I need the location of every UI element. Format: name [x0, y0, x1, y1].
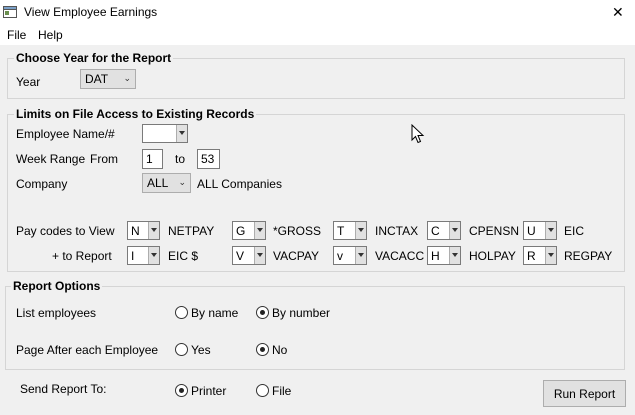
app-icon — [3, 6, 17, 18]
report-code-combo[interactable]: I — [127, 246, 160, 265]
run-report-label: Run Report — [553, 387, 616, 401]
report-options-group — [5, 286, 625, 370]
employee-label: Employee Name/# — [16, 127, 115, 141]
dropdown-arrow-icon — [179, 131, 185, 135]
pay-code-combo[interactable]: C — [427, 221, 461, 240]
dropdown-arrow-icon — [358, 253, 364, 257]
report-options-title: Report Options — [11, 279, 103, 293]
limits-group-title: Limits on File Access to Existing Record… — [14, 107, 257, 121]
report-code-combo[interactable]: V — [232, 246, 266, 265]
menu-file[interactable]: File — [7, 28, 26, 42]
to-report-label: + to Report — [52, 249, 112, 263]
company-select-value: ALL — [147, 176, 169, 190]
chevron-down-icon: ⌄ — [123, 73, 131, 83]
page-no-radio[interactable] — [256, 343, 269, 356]
to-label: to — [175, 152, 186, 166]
run-report-button[interactable]: Run Report — [543, 380, 626, 407]
pay-code-combo[interactable]: U — [523, 221, 557, 240]
by-number-label[interactable]: By number — [272, 306, 330, 320]
pay-codes-label: Pay codes to View — [16, 224, 115, 238]
report-code-name: VACPAY — [273, 249, 320, 263]
page-yes-radio[interactable] — [175, 343, 188, 356]
year-select-value: DAT — [85, 72, 109, 86]
pay-code-combo[interactable]: G — [232, 221, 266, 240]
send-printer-label[interactable]: Printer — [191, 384, 226, 398]
pay-code-name: EIC — [564, 224, 585, 238]
page-after-label: Page After each Employee — [16, 343, 159, 357]
dropdown-arrow-icon — [548, 253, 554, 257]
week-to-input[interactable]: 53 — [197, 149, 220, 169]
week-range-label: Week Range — [16, 152, 86, 166]
employee-dropdown-button[interactable] — [176, 125, 187, 142]
company-label: Company — [16, 177, 68, 191]
send-report-label: Send Report To: — [20, 382, 107, 396]
dropdown-arrow-icon — [257, 253, 263, 257]
from-label: From — [90, 152, 118, 166]
report-code-combo[interactable]: v — [333, 246, 367, 265]
mouse-cursor-icon — [411, 124, 425, 144]
dropdown-arrow-icon — [151, 253, 157, 257]
send-file-radio[interactable] — [256, 384, 269, 397]
report-code-combo[interactable]: R — [523, 246, 557, 265]
dropdown-arrow-icon — [452, 228, 458, 232]
by-number-radio[interactable] — [256, 306, 269, 319]
company-select[interactable]: ALL ⌄ — [142, 173, 191, 193]
employee-combo[interactable] — [142, 124, 188, 143]
window-title: View Employee Earnings — [24, 5, 158, 19]
title-bar: View Employee Earnings ✕ — [0, 0, 635, 25]
pay-code-name: INCTAX — [375, 224, 419, 238]
report-code-name: VACACC — [375, 249, 425, 263]
by-name-label[interactable]: By name — [191, 306, 238, 320]
pay-code-name: CPENSN — [469, 224, 520, 238]
pay-code-combo[interactable]: T — [333, 221, 367, 240]
page-no-label[interactable]: No — [272, 343, 287, 357]
dropdown-arrow-icon — [548, 228, 554, 232]
report-code-name: EIC $ — [168, 249, 199, 263]
dropdown-arrow-icon — [151, 228, 157, 232]
pay-code-name: *GROSS — [273, 224, 322, 238]
dropdown-arrow-icon — [358, 228, 364, 232]
send-printer-radio[interactable] — [175, 384, 188, 397]
year-select[interactable]: DAT ⌄ — [80, 69, 136, 89]
dropdown-arrow-icon — [257, 228, 263, 232]
dropdown-arrow-icon — [452, 253, 458, 257]
year-group-title: Choose Year for the Report — [14, 51, 174, 65]
pay-code-name: NETPAY — [168, 224, 215, 238]
list-employees-label: List employees — [16, 306, 97, 320]
send-file-label[interactable]: File — [272, 384, 291, 398]
page-yes-label[interactable]: Yes — [191, 343, 211, 357]
company-description: ALL Companies — [197, 177, 282, 191]
report-code-name: HOLPAY — [469, 249, 516, 263]
report-code-combo[interactable]: H — [427, 246, 461, 265]
close-icon[interactable]: ✕ — [612, 4, 624, 21]
by-name-radio[interactable] — [175, 306, 188, 319]
report-code-name: REGPAY — [564, 249, 613, 263]
chevron-down-icon: ⌄ — [178, 177, 186, 187]
menu-bar: File Help — [0, 25, 635, 45]
pay-code-combo[interactable]: N — [127, 221, 160, 240]
year-label: Year — [16, 75, 41, 89]
week-from-input[interactable]: 1 — [142, 149, 163, 169]
menu-help[interactable]: Help — [38, 28, 63, 42]
